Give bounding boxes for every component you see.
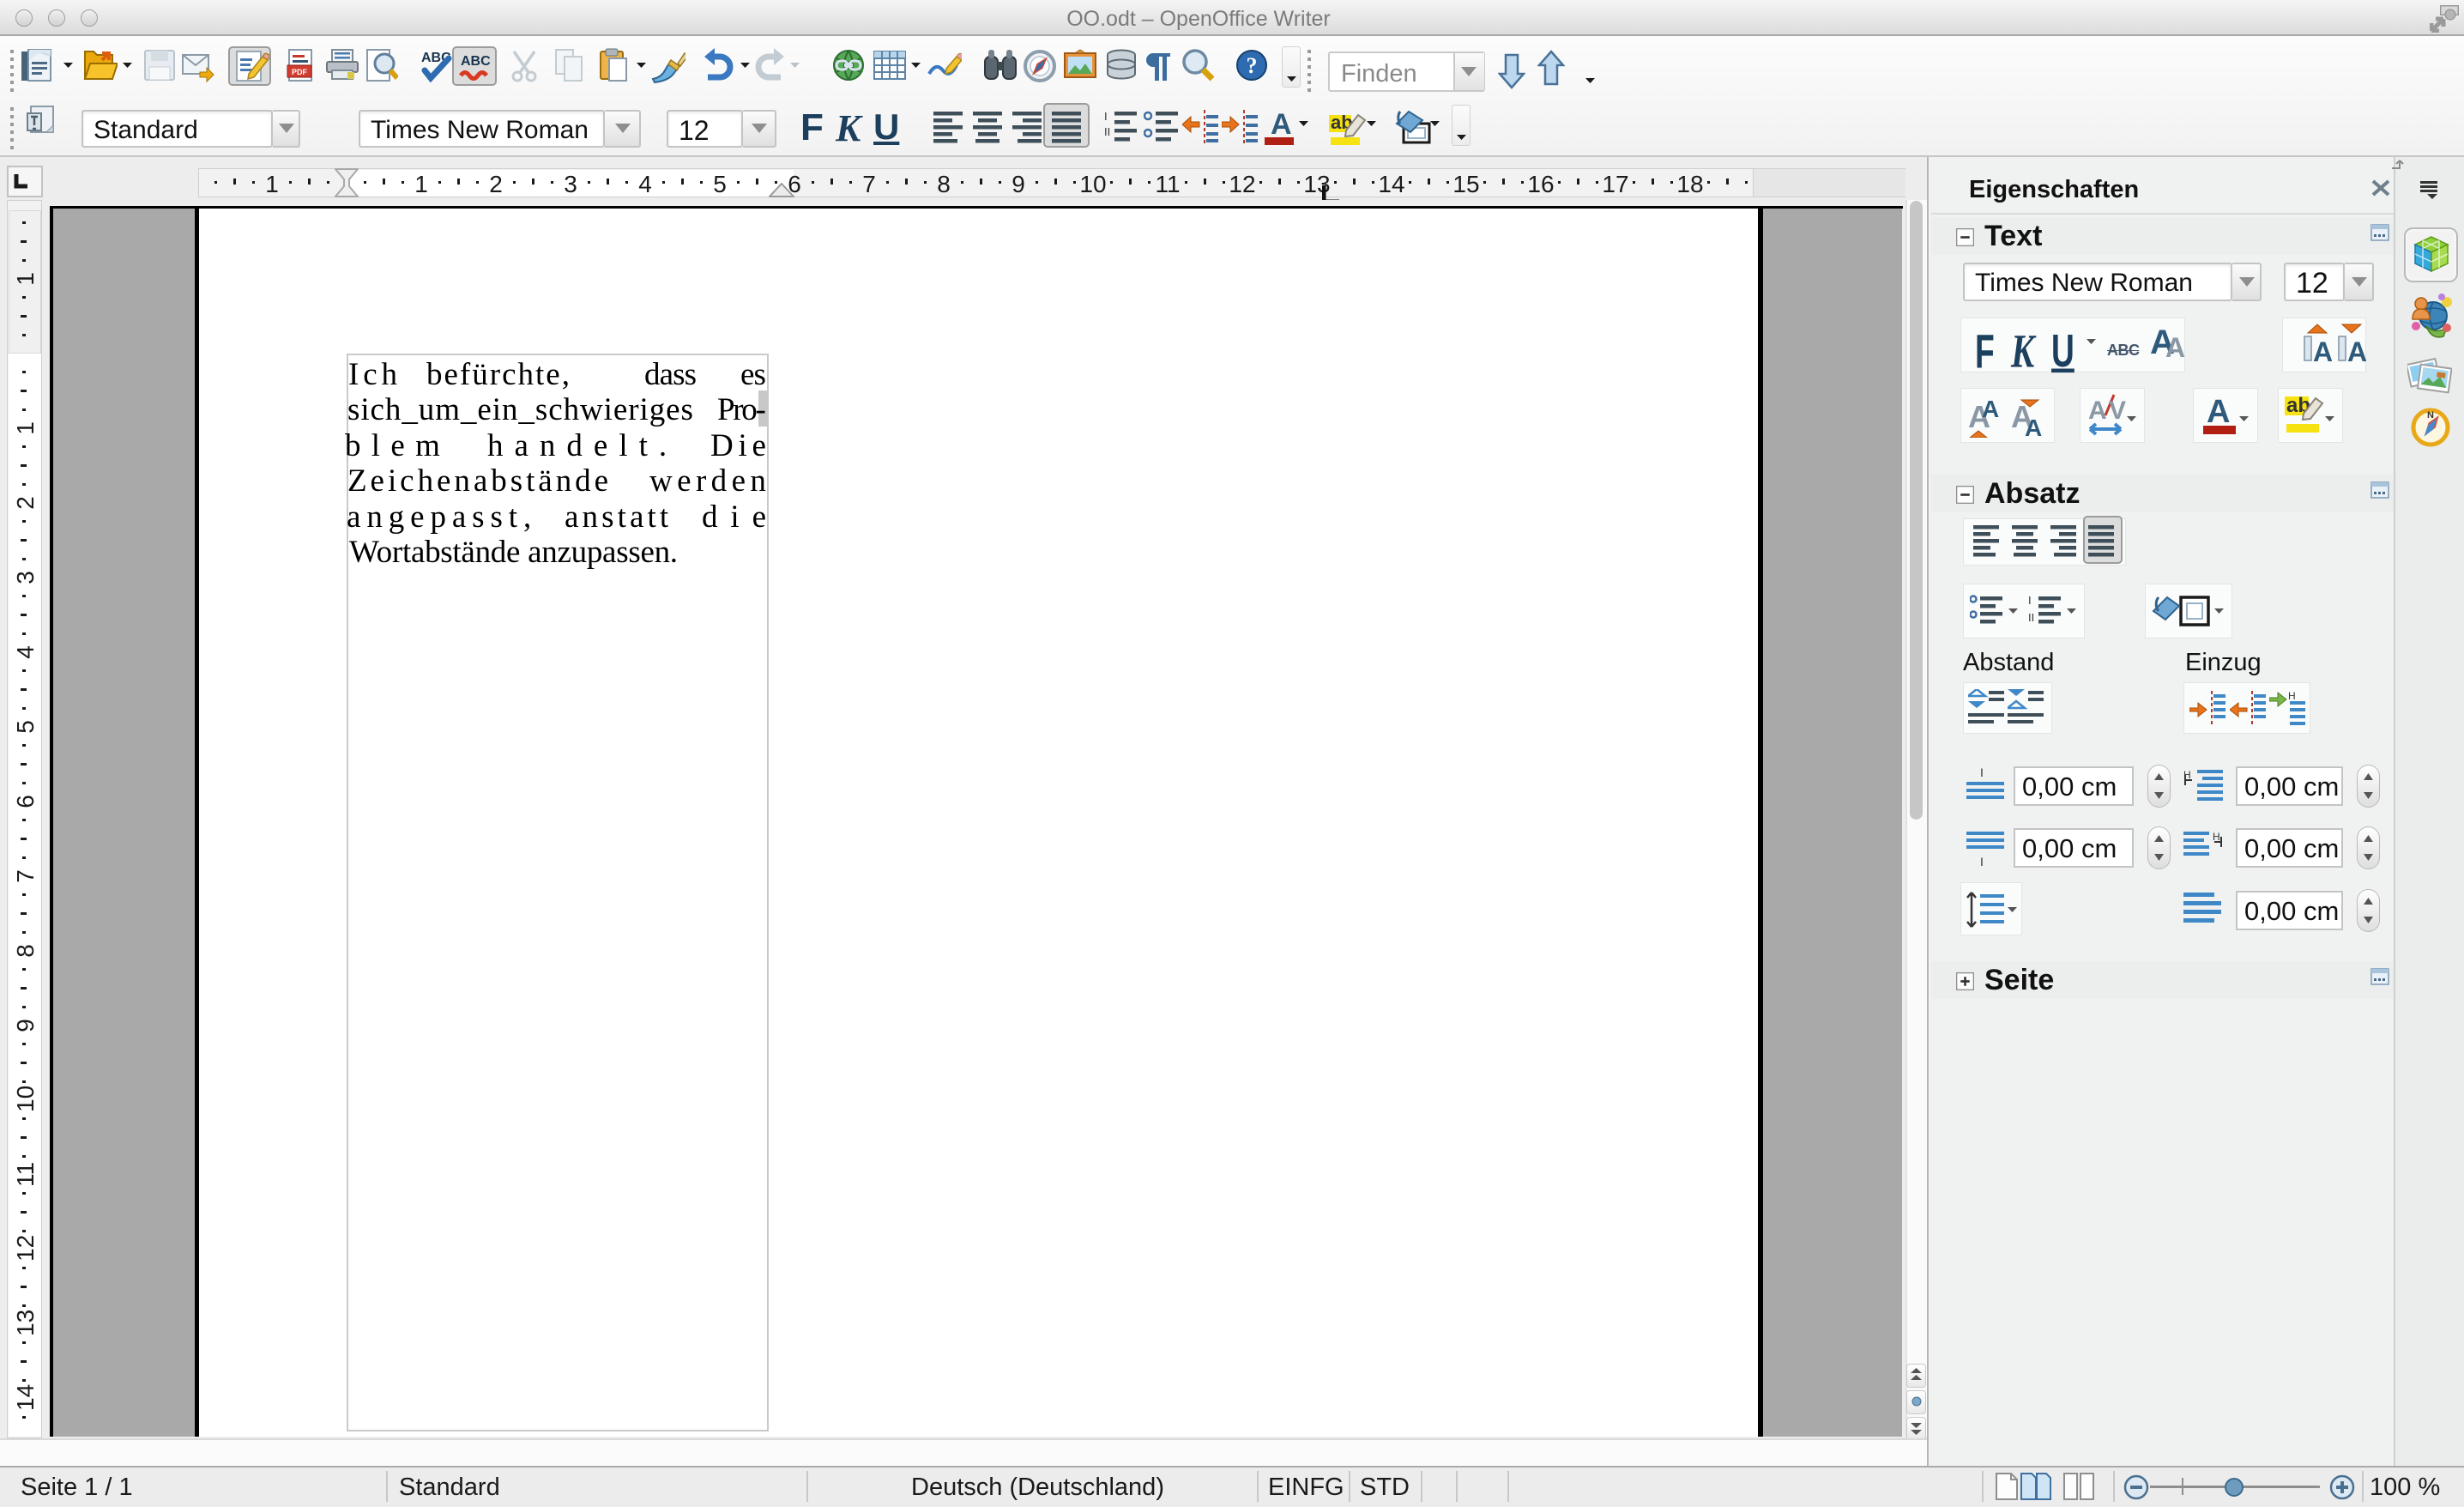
svg-text:A: A [2025,415,2042,438]
svg-text:A: A [2347,336,2366,364]
svg-text:A: A [2207,394,2230,430]
svg-text:II: II [2028,611,2034,624]
svg-text:ABC: ABC [461,54,491,69]
svg-text:I: I [2028,594,2032,607]
svg-text:A: A [2165,332,2185,360]
svg-text:H: H [2213,831,2220,843]
svg-text:I: I [1980,766,1984,779]
svg-text:I: I [1104,110,1108,123]
svg-text:V: V [2109,396,2126,425]
svg-text:A: A [1982,396,1999,422]
svg-text:A: A [1271,108,1292,141]
svg-text:II: II [1104,125,1110,138]
svg-text:PDF: PDF [292,68,308,76]
svg-text:?: ? [1247,53,1258,78]
svg-text:A: A [2313,336,2332,364]
svg-text:A: A [2088,396,2107,425]
svg-text:I: I [1980,855,1984,868]
svg-text:H: H [2288,690,2296,702]
svg-text:N: N [2427,410,2434,421]
